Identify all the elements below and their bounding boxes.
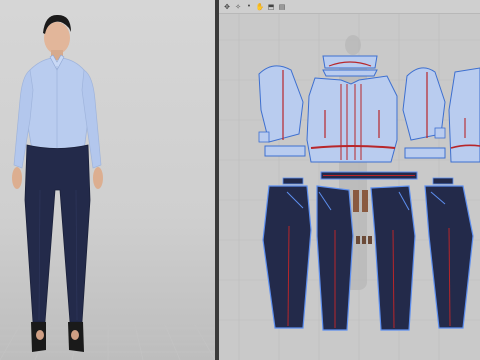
right-hand: [93, 167, 103, 189]
2d-pattern-window[interactable]: ✥ ✧ • ✋ ⬒ ▤: [219, 0, 480, 360]
print-icon[interactable]: ▤: [278, 3, 286, 11]
collar-pieces: [322, 55, 378, 77]
2d-toolbar: ✥ ✧ • ✋ ⬒ ▤: [219, 0, 480, 14]
transform-icon[interactable]: ✥: [223, 3, 231, 11]
pants-piece-2: [316, 185, 354, 331]
pants-piece-3: [370, 185, 416, 331]
fold-icon[interactable]: ⬒: [267, 3, 275, 11]
pants-piece-1: [262, 185, 312, 329]
pattern-canvas[interactable]: [219, 0, 480, 360]
shirt-front-piece: [306, 75, 398, 163]
hand-icon[interactable]: ✋: [256, 3, 265, 11]
3d-viewport[interactable]: [0, 0, 215, 360]
pants-piece-4: [424, 185, 474, 329]
avatar-face: [44, 22, 70, 54]
left-hand: [12, 167, 22, 189]
point-icon[interactable]: •: [245, 3, 253, 11]
shirt-body: [26, 57, 89, 154]
shirt-back-piece: [448, 67, 480, 163]
select-icon[interactable]: ✧: [234, 3, 242, 11]
pants-3d: [24, 144, 91, 323]
avatar-3d-scene: [0, 14, 215, 360]
waistband-piece: [320, 171, 418, 180]
sleeve-piece-left: [258, 65, 306, 157]
